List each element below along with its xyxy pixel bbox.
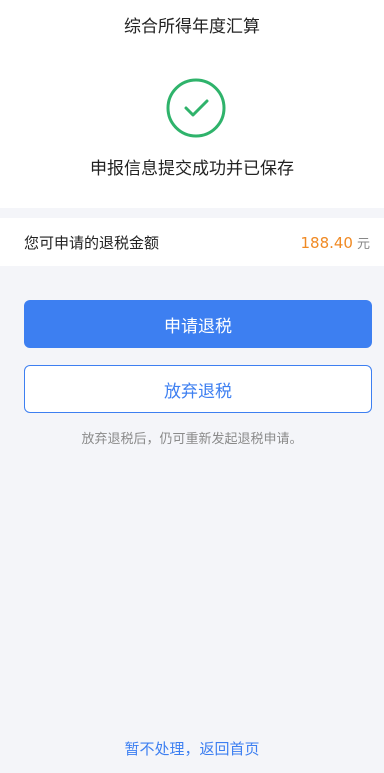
apply-refund-label: 申请退税 bbox=[164, 316, 232, 337]
return-home-link[interactable]: 暂不处理，返回首页 bbox=[0, 738, 384, 759]
refund-value: 188.40 bbox=[300, 233, 353, 252]
apply-refund-button[interactable]: 申请退税 bbox=[24, 300, 372, 348]
result-message: 申报信息提交成功并已保存 bbox=[90, 159, 294, 179]
abandon-refund-label: 放弃退税 bbox=[164, 381, 232, 402]
abandon-hint: 放弃退税后，仍可重新发起退税申请。 bbox=[81, 432, 303, 447]
page-header: 综合所得年度汇算 bbox=[0, 0, 384, 48]
abandon-refund-button[interactable]: 放弃退税 bbox=[24, 365, 372, 413]
refund-unit: 元 bbox=[356, 236, 370, 252]
refund-label: 您可申请的退税金额 bbox=[24, 233, 160, 252]
page: 综合所得年度汇算 申报信息提交成功并已保存 您可申请的退税金额 188.40 元… bbox=[0, 0, 384, 773]
refund-amount: 188.40 元 bbox=[300, 233, 370, 252]
refund-amount-row: 您可申请的退税金额 188.40 元 bbox=[0, 218, 384, 266]
result-panel: 申报信息提交成功并已保存 bbox=[0, 48, 384, 208]
page-title: 综合所得年度汇算 bbox=[124, 16, 260, 37]
check-circle-icon bbox=[166, 78, 226, 138]
